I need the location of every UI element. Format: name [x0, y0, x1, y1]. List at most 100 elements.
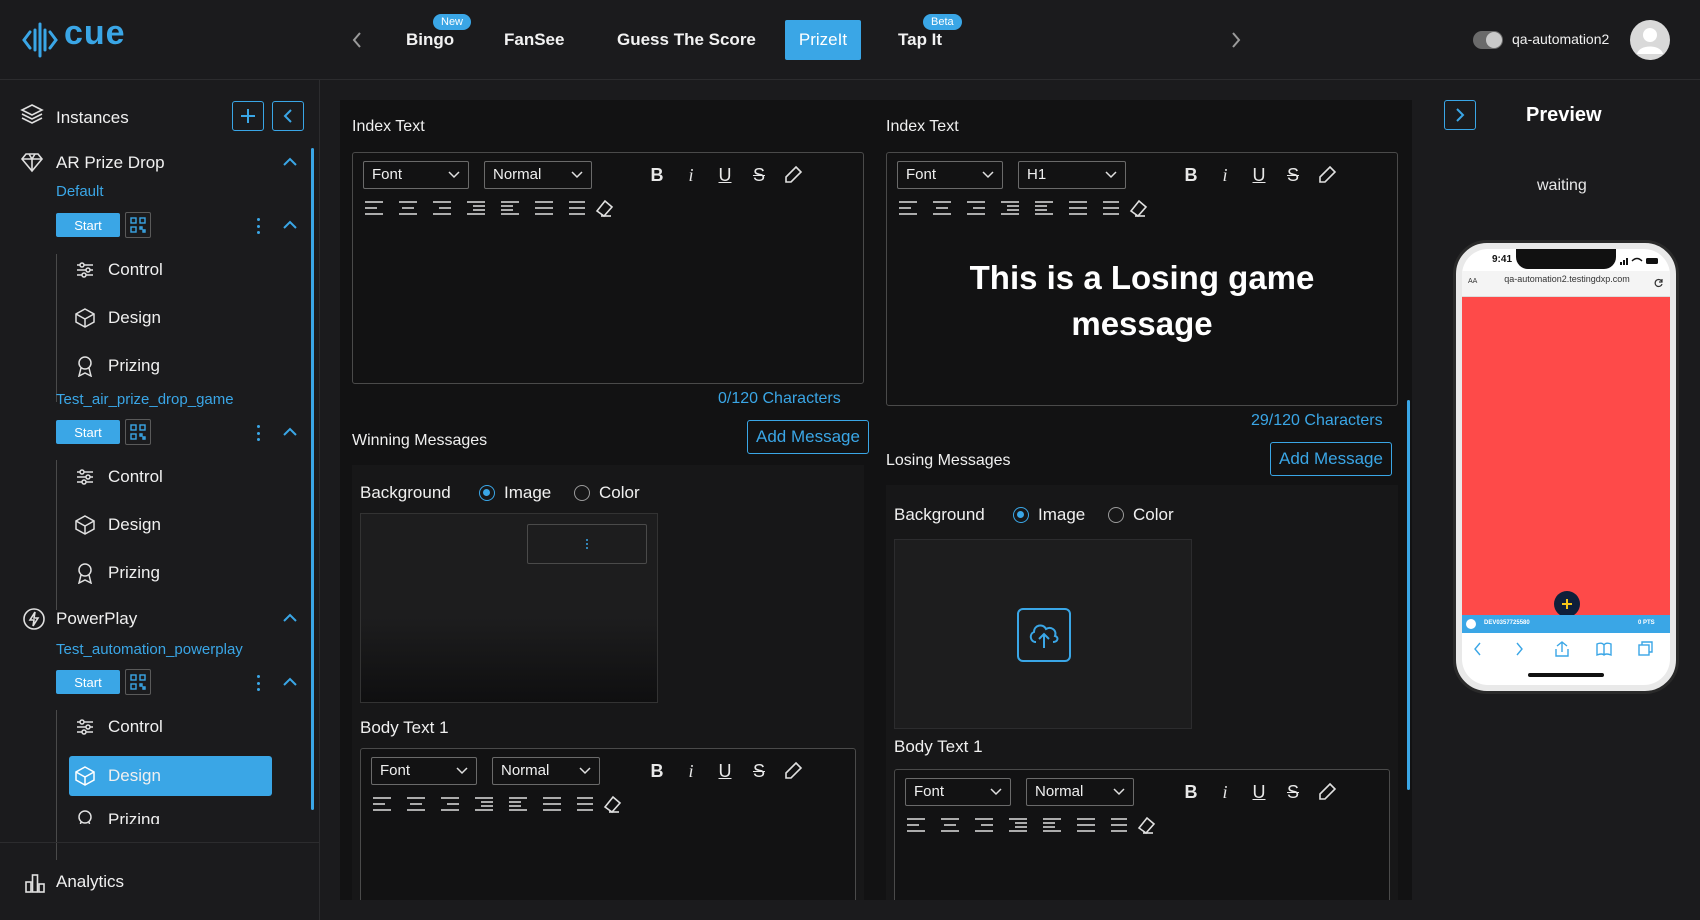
- chevron-up-icon[interactable]: [281, 609, 299, 627]
- tab-tap-it[interactable]: Tap It: [884, 20, 956, 60]
- nav-analytics[interactable]: Analytics: [56, 872, 124, 892]
- instance-test-automation-powerplay[interactable]: Test_automation_powerplay: [56, 641, 243, 658]
- collapse-sidebar-button[interactable]: [272, 101, 304, 131]
- size-select[interactable]: Normal: [484, 161, 592, 189]
- background-image-preview[interactable]: [360, 513, 658, 703]
- reload-icon[interactable]: [1654, 278, 1664, 288]
- nav-control[interactable]: Control: [66, 250, 266, 290]
- body-text-editor[interactable]: Font Normal B i U S: [894, 769, 1390, 900]
- expand-preview-button[interactable]: [1444, 100, 1476, 130]
- group-powerplay[interactable]: PowerPlay: [56, 609, 137, 629]
- highlight-icon[interactable]: [782, 760, 804, 782]
- tabs-next-arrow-icon[interactable]: [1225, 26, 1247, 54]
- qr-code-icon[interactable]: [125, 212, 151, 238]
- username[interactable]: qa-automation2: [1512, 31, 1609, 47]
- qr-code-icon[interactable]: [125, 669, 151, 695]
- eraser-icon[interactable]: [1135, 814, 1157, 836]
- eraser-icon[interactable]: [593, 197, 615, 219]
- nav-control[interactable]: Control: [66, 457, 266, 497]
- font-select[interactable]: Font: [905, 778, 1011, 806]
- qr-code-icon[interactable]: [125, 419, 151, 445]
- eraser-icon[interactable]: [601, 793, 623, 815]
- underline-button[interactable]: U: [1248, 164, 1270, 186]
- tab-guess-the-score[interactable]: Guess The Score: [603, 20, 770, 60]
- font-select[interactable]: Font: [363, 161, 469, 189]
- add-winning-message-button[interactable]: Add Message: [747, 420, 869, 454]
- nav-control[interactable]: Control: [66, 707, 266, 747]
- group-ar-prize-drop[interactable]: AR Prize Drop: [56, 153, 165, 173]
- size-select[interactable]: Normal: [1026, 778, 1134, 806]
- chevron-up-icon[interactable]: [281, 153, 299, 171]
- font-select[interactable]: Font: [371, 757, 477, 785]
- strike-button[interactable]: S: [748, 760, 770, 782]
- brand-name[interactable]: cue: [64, 14, 126, 53]
- start-button[interactable]: Start: [56, 670, 120, 694]
- tab-prizeit[interactable]: PrizeIt: [785, 20, 861, 60]
- background-image-radio[interactable]: [479, 485, 495, 501]
- bold-button[interactable]: B: [646, 164, 668, 186]
- strike-button[interactable]: S: [1282, 781, 1304, 803]
- align-toolbar-icons[interactable]: [363, 197, 603, 219]
- background-color-radio[interactable]: [1108, 507, 1124, 523]
- size-select[interactable]: Normal: [492, 757, 600, 785]
- add-instance-button[interactable]: [232, 101, 264, 131]
- underline-button[interactable]: U: [714, 760, 736, 782]
- instance-default[interactable]: Default: [56, 183, 104, 200]
- italic-button[interactable]: i: [1214, 781, 1236, 803]
- nav-design-active[interactable]: Design: [69, 756, 272, 796]
- strike-button[interactable]: S: [748, 164, 770, 186]
- align-toolbar-icons[interactable]: [371, 793, 611, 815]
- nav-design[interactable]: Design: [66, 505, 266, 545]
- eraser-icon[interactable]: [1127, 197, 1149, 219]
- nav-prizing[interactable]: Prizing: [66, 800, 266, 824]
- highlight-icon[interactable]: [782, 164, 804, 186]
- underline-button[interactable]: U: [714, 164, 736, 186]
- bold-button[interactable]: B: [1180, 781, 1202, 803]
- size-select[interactable]: H1: [1018, 161, 1126, 189]
- avatar[interactable]: [1630, 20, 1670, 60]
- tab-fansee[interactable]: FanSee: [490, 20, 578, 60]
- instance-test-air-prize-drop-game[interactable]: Test_air_prize_drop_game: [56, 391, 234, 408]
- chevron-up-icon[interactable]: [281, 673, 299, 691]
- start-button[interactable]: Start: [56, 213, 120, 237]
- sidebar-scrollbar[interactable]: [311, 148, 314, 810]
- tabs-prev-arrow-icon[interactable]: [346, 26, 368, 54]
- background-image-radio[interactable]: [1013, 507, 1029, 523]
- align-toolbar-icons[interactable]: [905, 814, 1145, 836]
- upload-icon[interactable]: [1017, 608, 1071, 662]
- highlight-icon[interactable]: [1316, 781, 1338, 803]
- index-text-content[interactable]: This is a Losing game message: [947, 255, 1337, 347]
- highlight-icon[interactable]: [1316, 164, 1338, 186]
- cue-logo-icon[interactable]: [22, 20, 58, 60]
- main-scrollbar[interactable]: [1407, 400, 1410, 790]
- nav-prizing[interactable]: Prizing: [66, 553, 266, 593]
- italic-button[interactable]: i: [680, 760, 702, 782]
- background-color-radio[interactable]: [574, 485, 590, 501]
- index-text-editor[interactable]: Font H1 B i U S This is a Losing game me…: [886, 152, 1398, 406]
- strike-button[interactable]: S: [1282, 164, 1304, 186]
- browser-toolbar-icons[interactable]: [1472, 641, 1660, 657]
- body-text-editor[interactable]: Font Normal B i U S: [360, 748, 856, 900]
- start-button[interactable]: Start: [56, 420, 120, 444]
- more-options-icon[interactable]: [253, 216, 263, 236]
- nav-design[interactable]: Design: [66, 298, 266, 338]
- index-text-editor[interactable]: Font Normal B i U S: [352, 152, 864, 384]
- browser-url-bar[interactable]: AA qa-automation2.testingdxp.com: [1462, 271, 1670, 297]
- font-select[interactable]: Font: [897, 161, 1003, 189]
- fab-add-button[interactable]: [1554, 591, 1580, 617]
- chevron-up-icon[interactable]: [281, 216, 299, 234]
- tab-bingo[interactable]: Bingo: [392, 20, 468, 60]
- italic-button[interactable]: i: [680, 164, 702, 186]
- image-options-button[interactable]: [527, 524, 647, 564]
- bold-button[interactable]: B: [1180, 164, 1202, 186]
- nav-prizing[interactable]: Prizing: [66, 346, 266, 386]
- align-toolbar-icons[interactable]: [897, 197, 1137, 219]
- theme-toggle[interactable]: [1473, 31, 1503, 49]
- more-options-icon[interactable]: [253, 673, 263, 693]
- italic-button[interactable]: i: [1214, 164, 1236, 186]
- underline-button[interactable]: U: [1248, 781, 1270, 803]
- background-upload-area[interactable]: [894, 539, 1192, 729]
- more-options-icon[interactable]: [253, 423, 263, 443]
- add-losing-message-button[interactable]: Add Message: [1270, 442, 1392, 476]
- bold-button[interactable]: B: [646, 760, 668, 782]
